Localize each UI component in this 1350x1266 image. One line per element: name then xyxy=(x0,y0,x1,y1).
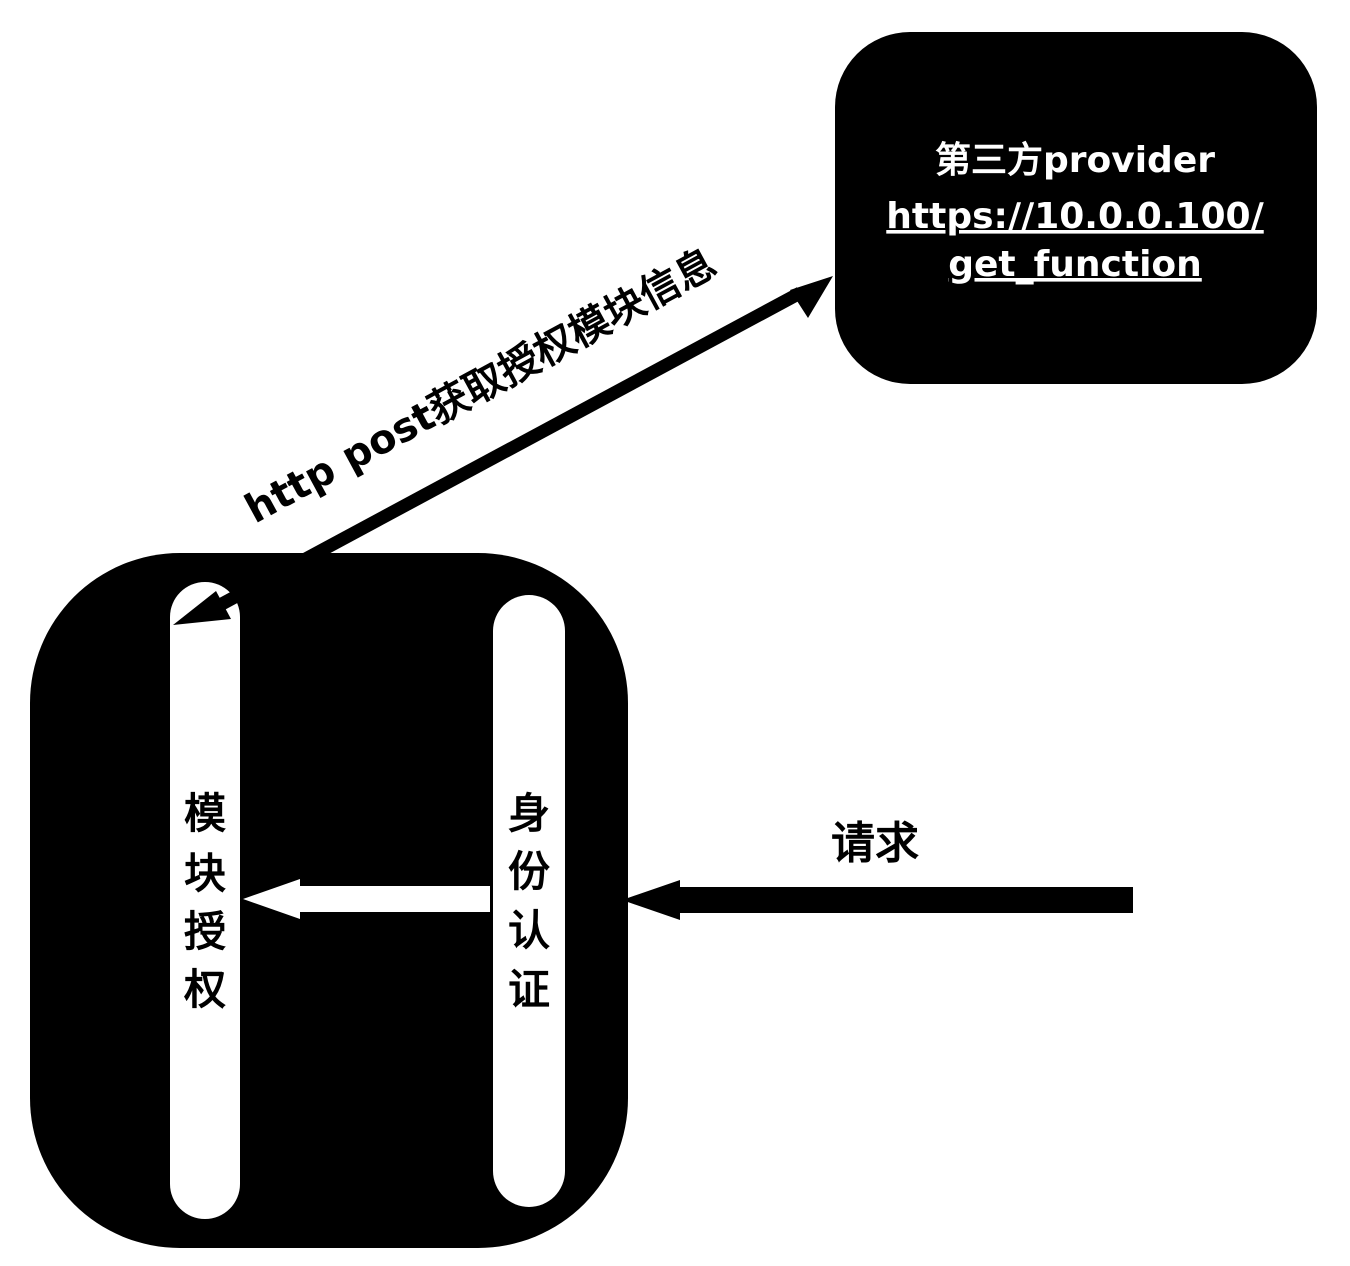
http-post-arrowhead-provider xyxy=(790,276,833,318)
request-arrow-head xyxy=(622,880,680,920)
identity-auth-char: 证 xyxy=(508,965,550,1014)
architecture-diagram: 第三方provider https://10.0.0.100/ get_func… xyxy=(30,32,1317,1248)
module-auth-char: 权 xyxy=(183,965,226,1014)
identity-auth-char: 身 xyxy=(508,789,550,838)
inner-arrow-shaft xyxy=(290,886,490,912)
module-auth-char: 模 xyxy=(184,789,226,838)
provider-url-line-2: get_function xyxy=(948,244,1202,285)
module-auth-char: 授 xyxy=(184,907,226,956)
http-post-label: http post获取授权模块信息 xyxy=(238,240,724,533)
request-arrow-shaft xyxy=(675,887,1133,913)
identity-auth-char: 认 xyxy=(508,906,550,955)
module-auth-char: 块 xyxy=(184,849,226,898)
provider-box: 第三方provider https://10.0.0.100/ get_func… xyxy=(835,32,1317,384)
identity-auth-char: 份 xyxy=(508,847,550,896)
gateway-box: 模 块 授 权 身 份 认 证 xyxy=(30,553,628,1248)
module-auth-column xyxy=(170,582,240,1219)
request-label: 请求 xyxy=(831,818,919,869)
request-arrow xyxy=(622,880,1133,920)
identity-auth-column xyxy=(493,595,565,1207)
provider-url-line-1: https://10.0.0.100/ xyxy=(886,196,1264,237)
provider-title: 第三方provider xyxy=(935,140,1215,181)
